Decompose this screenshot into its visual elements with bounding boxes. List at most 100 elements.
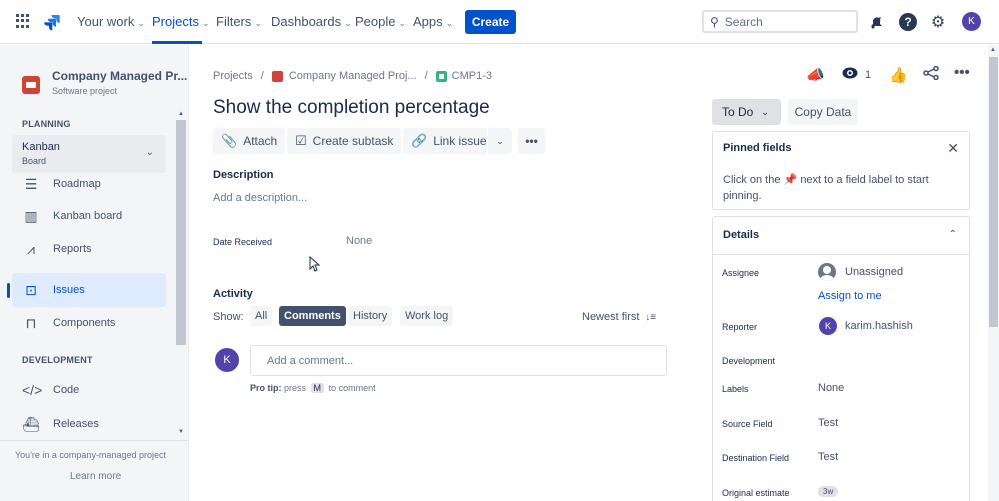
sidebar-item-reports[interactable]: ⩘ Reports xyxy=(12,232,166,266)
scrollbar-thumb[interactable] xyxy=(989,57,998,327)
reporter-label: Reporter xyxy=(722,322,758,332)
planning-section-label: PLANNING xyxy=(22,119,71,129)
chevron-up-icon[interactable]: ⌃ xyxy=(949,229,957,240)
notifications-icon[interactable] xyxy=(866,12,886,32)
assign-to-me-link[interactable]: Assign to me xyxy=(818,290,882,302)
chevron-down-icon: ⌄ xyxy=(137,18,145,28)
learn-more-link[interactable]: Learn more xyxy=(70,471,121,482)
pro-tip-bold: Pro tip: xyxy=(250,383,282,393)
sidebar-item-issues[interactable]: ⊡ Issues xyxy=(12,273,166,307)
comment-input[interactable]: Add a comment... xyxy=(250,345,667,376)
watch-eye-icon[interactable] xyxy=(842,66,858,84)
pinned-fields-panel: Pinned fields ✕ Click on the 📌 next to a… xyxy=(712,131,970,210)
reporter-avatar: K xyxy=(819,317,837,335)
help-icon[interactable]: ? xyxy=(898,12,918,32)
chevron-down-icon: ⌄ xyxy=(445,18,454,28)
breadcrumb: Projects / Company Managed Proj... / CMP… xyxy=(213,70,493,82)
scroll-down-icon[interactable]: ▼ xyxy=(178,429,184,435)
app-switcher-icon[interactable] xyxy=(16,14,30,28)
project-icon xyxy=(271,70,283,82)
sidebar-item-code[interactable]: </> Code xyxy=(12,373,166,407)
link-issue-dropdown[interactable]: ⌄ xyxy=(488,128,512,154)
watch-count: 1 xyxy=(865,69,872,81)
feedback-megaphone-icon[interactable]: 📣 xyxy=(806,66,825,84)
board-icon: ▥ xyxy=(24,207,38,224)
chevron-down-icon: ⌄ xyxy=(398,18,407,28)
sort-toggle[interactable]: Newest first ↓≡ xyxy=(582,311,656,323)
copy-data-button[interactable]: Copy Data xyxy=(788,99,858,125)
original-estimate-label: Original estimate xyxy=(722,488,790,498)
source-field-value[interactable]: Test xyxy=(818,417,838,429)
sidebar-item-components[interactable]: ⊓ Components xyxy=(12,306,166,340)
user-avatar[interactable]: K xyxy=(962,12,981,31)
thumbs-up-icon[interactable]: 👍 xyxy=(889,66,908,84)
details-title[interactable]: Details xyxy=(723,229,759,241)
page-scrollbar[interactable]: ▲ xyxy=(988,45,999,501)
nav-projects[interactable]: Projects ⌄ xyxy=(152,14,210,29)
jira-logo-icon[interactable] xyxy=(42,12,62,32)
pin-icon: 📌 xyxy=(783,174,798,186)
nav-label: Dashboards xyxy=(271,14,342,29)
filter-all[interactable]: All xyxy=(250,306,273,326)
sidebar-item-kanban-board[interactable]: ▥ Kanban board xyxy=(12,199,166,233)
nav-apps[interactable]: Apps ⌄ xyxy=(413,14,453,29)
development-section-label: DEVELOPMENT xyxy=(22,355,93,365)
original-estimate-value[interactable]: 3w xyxy=(818,486,839,497)
nav-dashboards[interactable]: Dashboards ⌄ xyxy=(271,14,352,29)
link-issue-button[interactable]: 🔗 Link issue xyxy=(403,128,487,154)
attach-label: Attach xyxy=(243,134,278,148)
status-dropdown[interactable]: To Do ⌄ xyxy=(712,99,781,125)
attach-button[interactable]: 📎 Attach xyxy=(213,128,286,154)
breadcrumb-project[interactable]: Company Managed Proj... xyxy=(289,70,417,82)
sidebar-item-label: Roadmap xyxy=(53,178,101,190)
search-icon: ⚲ xyxy=(710,14,719,29)
pro-tip: Pro tip: press M to comment xyxy=(250,383,376,393)
subtask-icon: ☑ xyxy=(295,133,307,148)
sort-label: Newest first xyxy=(582,311,640,323)
project-name[interactable]: Company Managed Pr... xyxy=(52,69,187,83)
date-received-value[interactable]: None xyxy=(346,235,372,247)
labels-value[interactable]: None xyxy=(818,382,844,394)
pinned-fields-help: Click on the 📌 next to a field label to … xyxy=(723,172,953,204)
issues-icon: ⊡ xyxy=(25,281,37,298)
more-icon[interactable]: ••• xyxy=(954,64,970,81)
sidebar-item-label: Components xyxy=(53,317,116,329)
settings-gear-icon[interactable]: ⚙ xyxy=(928,12,948,32)
filter-work-log[interactable]: Work log xyxy=(400,306,454,326)
destination-field-label: Destination Field xyxy=(722,453,790,463)
labels-label: Labels xyxy=(722,384,749,394)
code-icon: </> xyxy=(22,382,43,398)
nav-people[interactable]: People ⌄ xyxy=(355,14,406,29)
search-input[interactable]: ⚲ Search xyxy=(702,10,858,33)
selected-indicator xyxy=(7,283,10,298)
destination-field-value[interactable]: Test xyxy=(818,451,838,463)
sidebar-item-label: Releases xyxy=(53,418,99,430)
close-icon[interactable]: ✕ xyxy=(947,140,959,157)
breadcrumb-projects[interactable]: Projects xyxy=(213,70,253,82)
reporter-value[interactable]: karim.hashish xyxy=(845,320,913,332)
assignee-value[interactable]: Unassigned xyxy=(845,266,903,278)
sidebar-item-roadmap[interactable]: ☰ Roadmap xyxy=(12,167,166,201)
description-field[interactable]: Add a description... xyxy=(213,192,307,204)
sidebar-item-releases[interactable]: ⛴ Releases xyxy=(12,407,166,441)
nav-your-work[interactable]: Your work ⌄ xyxy=(77,14,145,29)
more-actions-button[interactable]: ••• xyxy=(518,128,545,154)
scroll-up-icon[interactable]: ▲ xyxy=(990,47,996,53)
nav-filters[interactable]: Filters ⌄ xyxy=(216,14,262,29)
filter-comments[interactable]: Comments xyxy=(279,306,346,326)
date-received-label: Date Received xyxy=(213,237,273,247)
filter-history[interactable]: History xyxy=(348,306,393,326)
activity-label: Activity xyxy=(213,288,253,300)
create-subtask-label: Create subtask xyxy=(312,134,394,148)
issue-title[interactable]: Show the completion percentage xyxy=(213,97,490,119)
create-subtask-button[interactable]: ☑ Create subtask xyxy=(287,128,402,154)
status-label: To Do xyxy=(722,105,754,119)
create-button[interactable]: Create xyxy=(465,10,516,34)
mouse-cursor-icon xyxy=(309,256,321,272)
sidebar-scrollbar[interactable] xyxy=(176,120,186,345)
share-icon[interactable] xyxy=(923,65,939,84)
show-label: Show: xyxy=(213,311,244,323)
board-type: Board xyxy=(22,156,47,166)
breadcrumb-issue-key[interactable]: CMP1-3 xyxy=(452,70,492,82)
scroll-up-icon[interactable]: ▲ xyxy=(178,111,184,117)
